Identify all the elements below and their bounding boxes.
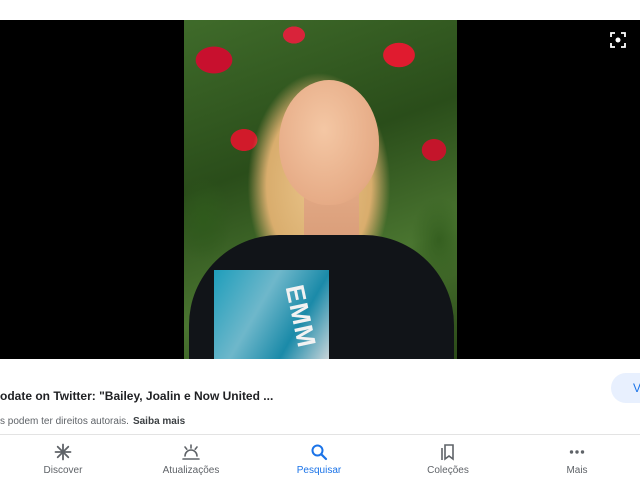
nav-item-collections[interactable]: Coleções bbox=[398, 435, 498, 481]
updates-icon bbox=[141, 443, 241, 463]
nav-label-search: Pesquisar bbox=[296, 465, 342, 476]
photo-face bbox=[279, 80, 379, 205]
nav-item-updates[interactable]: Atualizações bbox=[141, 435, 241, 481]
nav-item-discover[interactable]: Discover bbox=[13, 435, 113, 481]
lens-scan-icon bbox=[610, 32, 626, 48]
image-viewer[interactable]: EMM bbox=[0, 20, 640, 359]
copyright-text: s podem ter direitos autorais. bbox=[0, 416, 129, 427]
nav-item-more[interactable]: Mais bbox=[527, 435, 627, 481]
collections-icon bbox=[398, 443, 498, 463]
bottom-navigation: Discover Atualizações Pesquisar Coleções… bbox=[0, 434, 640, 480]
lens-scan-button[interactable] bbox=[608, 30, 628, 50]
asterisk-icon bbox=[13, 443, 113, 463]
nav-label-collections: Coleções bbox=[427, 465, 469, 476]
result-photo[interactable]: EMM bbox=[184, 20, 457, 359]
result-info-panel: odate on Twitter: "Bailey, Joalin e Now … bbox=[0, 359, 640, 434]
nav-label-discover: Discover bbox=[43, 465, 83, 476]
learn-more-link[interactable]: Saiba mais bbox=[133, 416, 185, 427]
copyright-notice: s podem ter direitos autorais. Saiba mais bbox=[0, 416, 185, 427]
top-strip bbox=[0, 0, 640, 20]
more-icon bbox=[527, 443, 627, 463]
search-icon bbox=[269, 443, 369, 463]
nav-label-updates: Atualizações bbox=[162, 465, 220, 476]
nav-item-search[interactable]: Pesquisar bbox=[269, 435, 369, 481]
nav-label-more: Mais bbox=[566, 465, 588, 476]
result-title[interactable]: odate on Twitter: "Bailey, Joalin e Now … bbox=[0, 389, 600, 403]
visit-button[interactable]: V bbox=[611, 373, 640, 403]
